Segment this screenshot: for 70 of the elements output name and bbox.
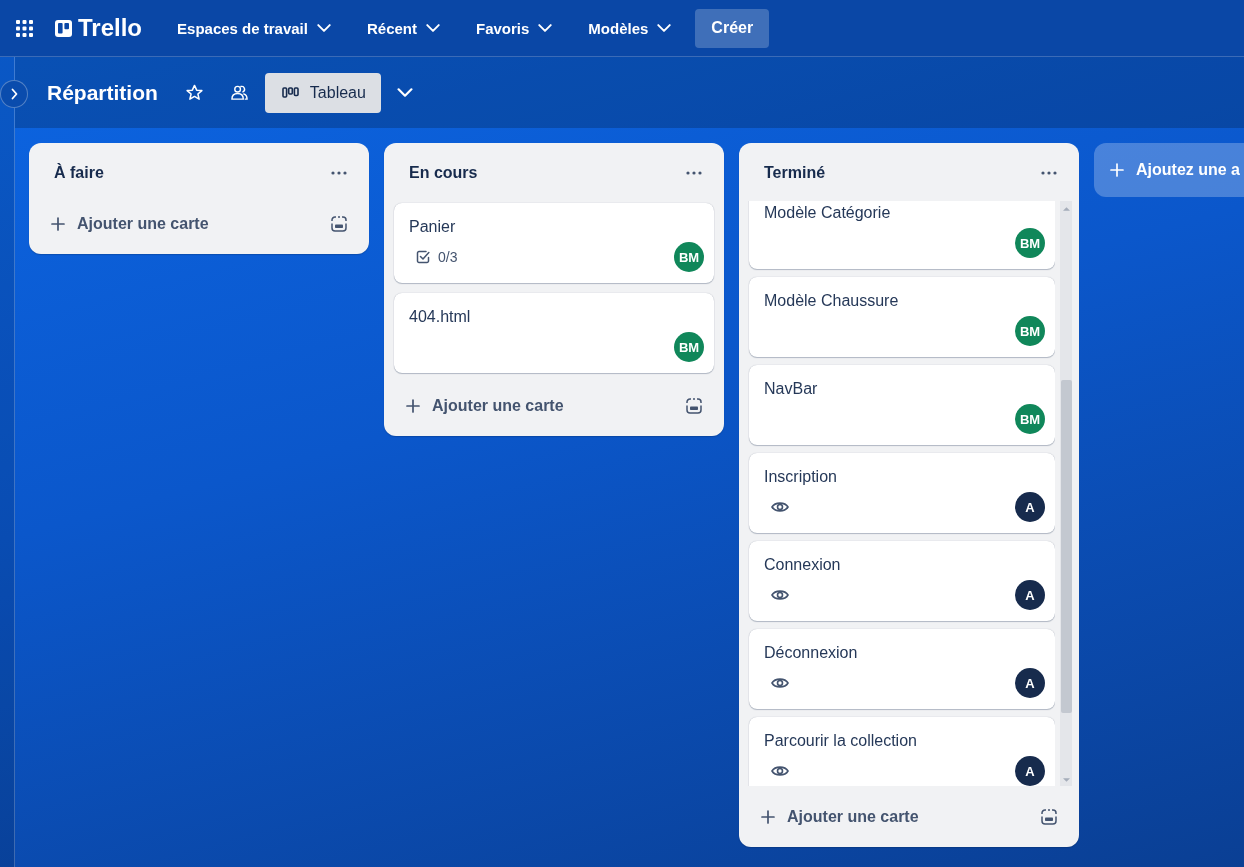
chevron-down-icon [538, 24, 553, 32]
card-title: Parcourir la collection [764, 731, 918, 751]
card-title: 404.html [409, 307, 472, 327]
list-title: Terminé [764, 164, 826, 182]
more-icon [1041, 171, 1057, 175]
add-card-button[interactable]: Ajouter une carte [749, 801, 1025, 833]
task-card[interactable]: Modèle Catégorie BM [749, 201, 1055, 269]
card-title: Déconnexion [764, 643, 859, 663]
chevron-down-icon [657, 24, 672, 32]
plus-icon [761, 810, 775, 824]
star-icon [186, 84, 204, 101]
task-card[interactable]: NavBar BM [749, 365, 1055, 445]
nav-menu-button[interactable]: Espaces de travail [165, 12, 343, 44]
chevron-down-icon [316, 24, 331, 32]
checklist-count: 0/3 [438, 249, 458, 265]
logo-link[interactable]: Trello [46, 12, 152, 44]
template-icon [686, 398, 702, 414]
scrollbar-track[interactable] [1060, 201, 1072, 786]
card-title: Inscription [764, 467, 838, 487]
plus-icon [51, 217, 65, 231]
template-icon [331, 216, 347, 232]
logo-icon [55, 19, 72, 37]
people-icon [231, 84, 249, 101]
member-avatar: BM [674, 332, 704, 362]
add-list-button[interactable]: Ajoutez une a [1094, 143, 1244, 197]
more-icon [686, 171, 702, 175]
board-icon [281, 87, 299, 98]
grid-icon [15, 19, 33, 37]
card-title: Panier [409, 217, 457, 237]
task-card[interactable]: Panier 0/3 BM [394, 203, 714, 283]
nav-menu-button[interactable]: Favoris [464, 12, 565, 44]
nav-menu-button[interactable]: Modèles [576, 12, 684, 44]
card-title: Modèle Chaussure [764, 291, 900, 311]
checklist-icon [416, 250, 430, 264]
task-card[interactable]: Connexion A [749, 541, 1055, 621]
card-title: Connexion [764, 555, 842, 575]
triangle-down-icon [1062, 778, 1070, 782]
add-card-button[interactable]: Ajouter une carte [394, 390, 670, 422]
member-avatar: A [1015, 668, 1045, 698]
plus-icon [1110, 163, 1124, 177]
scrollbar-thumb[interactable] [1060, 380, 1072, 713]
list-title: À faire [54, 164, 104, 182]
member-avatar: A [1015, 492, 1045, 522]
chevron-down-icon [426, 24, 440, 32]
more-icon [331, 171, 347, 175]
member-avatar: BM [1015, 228, 1045, 258]
task-card[interactable]: Déconnexion A [749, 629, 1055, 709]
card-title: NavBar [764, 379, 819, 399]
view-button[interactable]: Tableau [264, 72, 381, 113]
chevron-right-icon [10, 88, 18, 100]
template-icon [1041, 809, 1057, 825]
create-button[interactable]: Créer [695, 8, 770, 48]
task-card[interactable]: Modèle Chaussure BM [749, 277, 1055, 357]
task-card[interactable]: 404.html BM [394, 293, 714, 373]
list-title: En cours [409, 164, 478, 182]
triangle-up-icon [1062, 207, 1070, 211]
add-card-button[interactable]: Ajouter une carte [39, 208, 315, 240]
member-avatar: A [1015, 580, 1045, 610]
task-card[interactable]: Inscription A [749, 453, 1055, 533]
card-title: Modèle Catégorie [764, 203, 892, 223]
member-avatar: BM [1015, 404, 1045, 434]
sidebar-toggle-button[interactable] [0, 80, 28, 108]
member-avatar: BM [674, 242, 704, 272]
nav-menu-button[interactable]: Récent [354, 12, 452, 44]
member-avatar: A [1015, 756, 1045, 786]
chevron-down-icon [396, 88, 413, 97]
plus-icon [406, 399, 420, 413]
board-title[interactable]: Répartition [39, 80, 166, 105]
member-avatar: BM [1015, 316, 1045, 346]
task-card[interactable]: Parcourir la collection A [749, 717, 1055, 786]
